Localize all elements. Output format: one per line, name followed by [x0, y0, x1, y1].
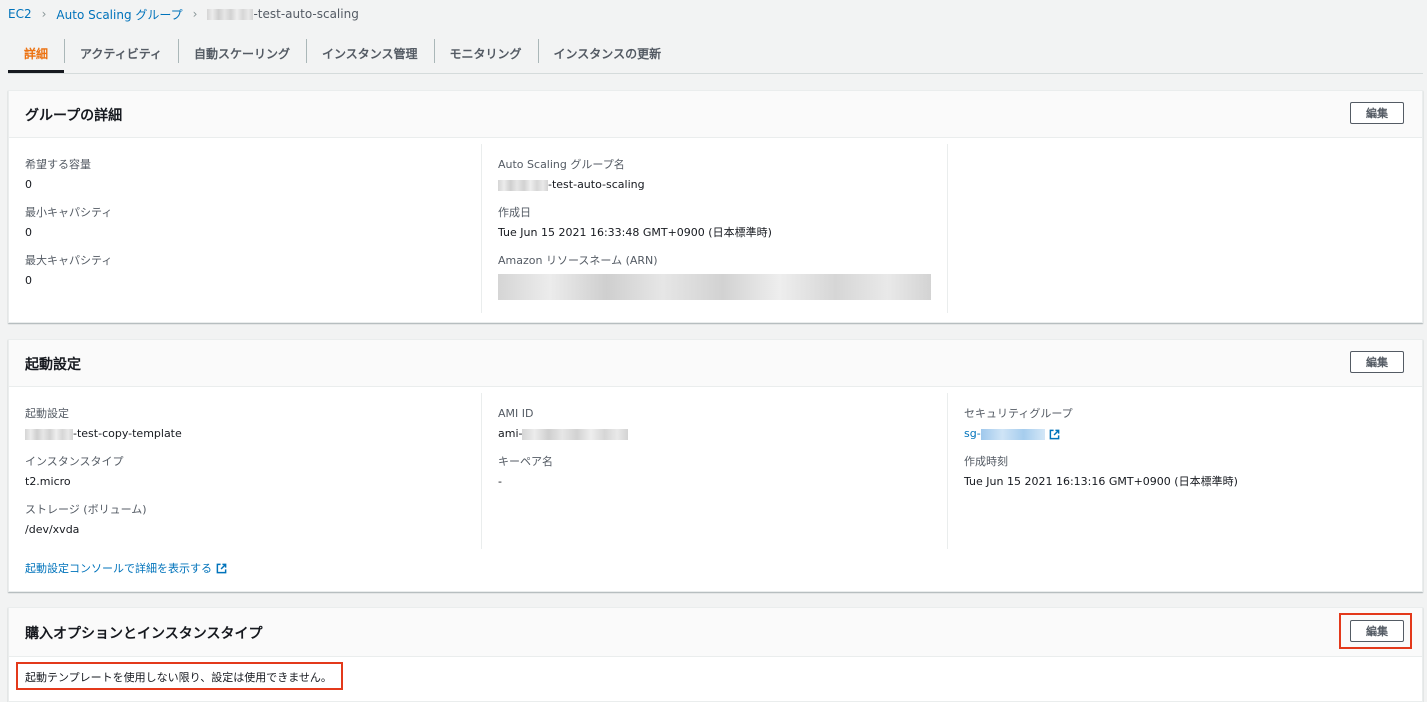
external-link-icon	[216, 563, 227, 573]
chevron-right-icon: ›	[41, 7, 47, 21]
launch-config-panel: 起動設定 編集 起動設定 -test-copy-template インスタンスタ…	[8, 339, 1423, 592]
panel-header: グループの詳細 編集	[9, 91, 1422, 138]
redacted-text	[207, 8, 254, 20]
highlight-box	[1339, 613, 1412, 649]
panel-header: 起動設定 編集	[9, 340, 1422, 387]
max-capacity-value: 0	[25, 274, 32, 287]
ami-id-prefix: ami-	[498, 427, 523, 440]
redacted-text	[498, 179, 548, 191]
security-group-label: セキュリティグループ	[964, 407, 1073, 420]
desired-capacity-value: 0	[25, 178, 32, 191]
min-capacity-value: 0	[25, 226, 32, 239]
keypair-label: キーペア名	[498, 455, 553, 468]
breadcrumb-current: -test-auto-scaling	[207, 7, 359, 21]
launch-config-column: 起動設定 -test-copy-template インスタンスタイプ t2.mi…	[9, 393, 481, 549]
edit-button[interactable]: 編集	[1350, 102, 1404, 124]
panel-title: 購入オプションとインスタンスタイプ	[25, 626, 263, 642]
empty-column	[947, 144, 1422, 313]
security-group-value: sg-	[964, 426, 1406, 442]
console-link-label: 起動設定コンソールで詳細を表示する	[25, 562, 212, 575]
panel-title: 起動設定	[25, 357, 81, 373]
max-capacity-label: 最大キャパシティ	[25, 254, 113, 267]
creation-time-value: Tue Jun 15 2021 16:13:16 GMT+0900 (日本標準時…	[964, 475, 1238, 488]
ami-id-value: ami-	[498, 426, 931, 442]
keypair-value: -	[498, 475, 502, 488]
panel-title: グループの詳細	[25, 108, 123, 124]
tab-instance-management[interactable]: インスタンス管理	[306, 34, 434, 72]
tab-auto-scaling[interactable]: 自動スケーリング	[177, 34, 306, 72]
tab-details[interactable]: 詳細	[8, 34, 65, 73]
creation-time-label: 作成時刻	[964, 455, 1008, 468]
arn-value	[498, 273, 931, 301]
group-details-panel: グループの詳細 編集 希望する容量 0 最小キャパシティ 0 最大キャパシティ …	[8, 90, 1423, 323]
min-capacity-label: 最小キャパシティ	[25, 206, 113, 219]
tab-monitoring[interactable]: モニタリング	[433, 34, 538, 72]
asg-name-label: Auto Scaling グループ名	[498, 158, 625, 171]
asg-name-value: -test-auto-scaling	[498, 177, 931, 193]
tab-bar: 詳細 アクティビティ 自動スケーリング インスタンス管理 モニタリング インスタ…	[8, 34, 1423, 74]
chevron-right-icon: ›	[192, 7, 198, 21]
created-date-label: 作成日	[498, 206, 531, 219]
desired-capacity-label: 希望する容量	[25, 158, 91, 171]
instance-type-label: インスタンスタイプ	[25, 455, 124, 468]
breadcrumb-asg-link[interactable]: Auto Scaling グループ	[56, 6, 182, 23]
security-column: セキュリティグループ sg- 作成時刻 Tue Jun 15 2021 16:1…	[947, 393, 1422, 549]
redacted-text	[498, 274, 931, 300]
launch-config-suffix: -test-copy-template	[73, 427, 182, 440]
breadcrumb-ec2-link[interactable]: EC2	[8, 7, 32, 21]
storage-value: /dev/xvda	[25, 523, 80, 536]
launch-config-label: 起動設定	[25, 407, 69, 420]
tab-instance-refresh[interactable]: インスタンスの更新	[537, 34, 678, 72]
name-column: Auto Scaling グループ名 -test-auto-scaling 作成…	[481, 144, 947, 313]
ami-id-label: AMI ID	[498, 407, 534, 420]
created-date-value: Tue Jun 15 2021 16:33:48 GMT+0900 (日本標準時…	[498, 226, 772, 239]
redacted-text	[522, 428, 629, 440]
edit-button[interactable]: 編集	[1350, 351, 1404, 373]
breadcrumb: EC2 › Auto Scaling グループ › -test-auto-sca…	[8, 6, 359, 22]
redacted-text	[25, 428, 73, 440]
storage-label: ストレージ (ボリューム)	[25, 503, 147, 516]
tab-activity[interactable]: アクティビティ	[64, 34, 178, 72]
launch-config-console-link[interactable]: 起動設定コンソールで詳細を表示する	[25, 560, 227, 576]
redacted-text	[980, 428, 1045, 440]
security-group-prefix: sg-	[964, 427, 981, 440]
external-link-icon	[1049, 429, 1060, 439]
panel-header: 購入オプションとインスタンスタイプ 編集	[9, 608, 1422, 657]
capacity-column: 希望する容量 0 最小キャパシティ 0 最大キャパシティ 0	[9, 144, 481, 313]
instance-type-value: t2.micro	[25, 475, 71, 488]
breadcrumb-current-label: -test-auto-scaling	[253, 7, 359, 21]
highlight-box	[16, 662, 343, 690]
security-group-link[interactable]: sg-	[964, 426, 1060, 442]
launch-config-value: -test-copy-template	[25, 426, 465, 442]
arn-label: Amazon リソースネーム (ARN)	[498, 254, 658, 267]
ami-column: AMI ID ami- キーペア名 -	[481, 393, 947, 549]
asg-name-suffix: -test-auto-scaling	[548, 178, 645, 191]
